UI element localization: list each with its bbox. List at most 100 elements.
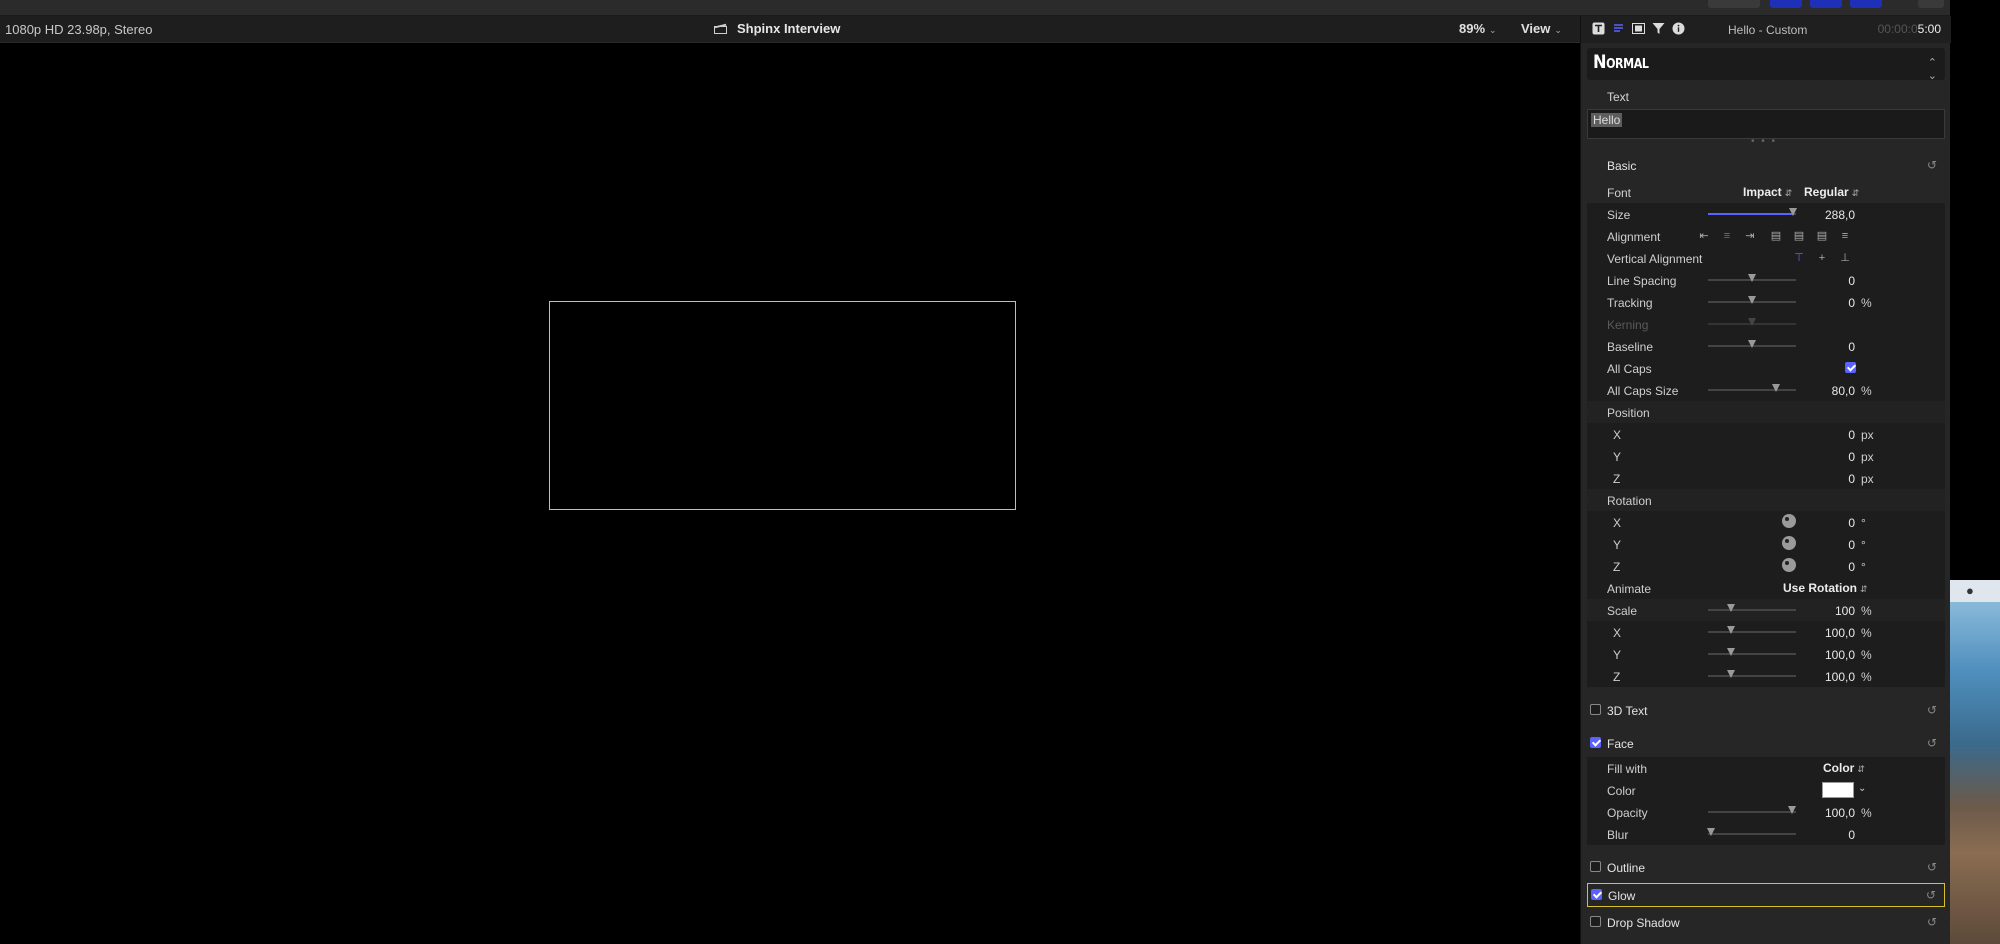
toolbar-button[interactable] (1708, 0, 1760, 8)
text-input-value: Hello (1591, 113, 1623, 127)
position-row[interactable]: Position (1587, 401, 1945, 423)
baseline-slider[interactable] (1708, 340, 1796, 348)
rotation-x-value[interactable]: 0 (1848, 516, 1855, 530)
drop-shadow-title: Drop Shadow (1607, 916, 1680, 930)
drop-shadow-section-header[interactable]: Drop Shadow ↺ (1587, 911, 1945, 935)
reset-icon[interactable]: ↺ (1926, 888, 1936, 902)
reset-icon[interactable]: ↺ (1927, 915, 1937, 929)
slider-knob[interactable] (1748, 340, 1756, 348)
opacity-value[interactable]: 100,0 (1825, 806, 1855, 820)
all-caps-checkbox[interactable] (1845, 362, 1856, 373)
valign-middle-icon[interactable]: + (1815, 251, 1829, 265)
scale-value[interactable]: 100 (1835, 604, 1855, 618)
align-right-icon[interactable]: ⇥ (1743, 229, 1757, 243)
title-inspector-icon[interactable] (1591, 22, 1606, 37)
font-family-popup[interactable]: Impact ⇵ (1743, 185, 1792, 199)
toolbar-button[interactable] (1918, 0, 1944, 8)
rotation-y-value[interactable]: 0 (1848, 538, 1855, 552)
scale-z-value[interactable]: 100,0 (1825, 670, 1855, 684)
zoom-popup[interactable]: 89% ⌄ (1459, 21, 1497, 36)
justify-right-icon[interactable]: ▤ (1815, 229, 1829, 243)
title-preset-popup[interactable]: Normal ⌃ ⌄ (1587, 48, 1945, 82)
slider-knob[interactable] (1789, 208, 1798, 216)
slider-knob[interactable] (1727, 670, 1735, 678)
glow-section-header[interactable]: Glow ↺ (1587, 883, 1945, 907)
valign-top-icon[interactable]: ⊤ (1792, 251, 1806, 265)
slider-knob[interactable] (1788, 806, 1796, 814)
outline-checkbox[interactable] (1590, 861, 1601, 872)
size-slider[interactable] (1708, 208, 1798, 216)
3d-text-checkbox[interactable] (1590, 704, 1601, 715)
face-section-header[interactable]: Face ↺ (1587, 732, 1945, 756)
info-icon[interactable] (1671, 22, 1686, 37)
rotation-z-value[interactable]: 0 (1848, 560, 1855, 574)
justify-full-icon[interactable]: ≡ (1838, 229, 1852, 243)
line-spacing-slider[interactable] (1708, 274, 1796, 282)
basic-section-header[interactable]: Basic ↺ (1587, 154, 1945, 178)
blur-slider[interactable] (1707, 828, 1796, 836)
drop-shadow-checkbox[interactable] (1590, 916, 1601, 927)
all-caps-size-value[interactable]: 80,0 (1832, 384, 1855, 398)
text-input-field[interactable]: Hello (1587, 109, 1945, 139)
rotation-dial-icon[interactable] (1782, 536, 1796, 550)
align-center-icon[interactable]: ≡ (1720, 229, 1734, 243)
updown-icon: ⇵ (1857, 764, 1865, 774)
outline-section-header[interactable]: Outline ↺ (1587, 856, 1945, 880)
toolbar-button-active[interactable] (1810, 0, 1842, 8)
position-x-value[interactable]: 0 (1848, 428, 1855, 442)
scale-y-value[interactable]: 100,0 (1825, 648, 1855, 662)
opacity-slider[interactable] (1708, 806, 1796, 814)
position-y-value[interactable]: 0 (1848, 450, 1855, 464)
baseline-value[interactable]: 0 (1848, 340, 1855, 354)
tracking-value[interactable]: 0 (1848, 296, 1855, 310)
slider-knob[interactable] (1707, 828, 1715, 836)
reset-icon[interactable]: ↺ (1927, 703, 1937, 717)
rotation-dial-icon[interactable] (1782, 514, 1796, 528)
justify-center-icon[interactable]: ▤ (1792, 229, 1806, 243)
3d-text-section-header[interactable]: 3D Text ↺ (1587, 699, 1945, 723)
view-menu[interactable]: View ⌄ (1521, 21, 1562, 36)
font-style-popup[interactable]: Regular ⇵ (1804, 185, 1859, 199)
rotation-dial-icon[interactable] (1782, 558, 1796, 572)
rotation-row[interactable]: Rotation (1587, 489, 1945, 511)
scale-y-slider[interactable] (1708, 648, 1796, 656)
reset-icon[interactable]: ↺ (1927, 860, 1937, 874)
valign-bottom-icon[interactable]: ⊥ (1838, 251, 1852, 265)
toolbar-button-active[interactable] (1770, 0, 1802, 8)
align-left-icon[interactable]: ⇤ (1697, 229, 1711, 243)
fill-with-popup[interactable]: Color ⇵ (1823, 761, 1865, 775)
filter-icon[interactable] (1651, 22, 1666, 37)
scale-x-value[interactable]: 100,0 (1825, 626, 1855, 640)
resize-grip-icon[interactable]: • • • (1751, 136, 1777, 147)
tracking-slider[interactable] (1708, 296, 1796, 304)
apple-logo-icon[interactable]: ● (1966, 583, 1974, 598)
size-value[interactable]: 288,0 (1825, 208, 1855, 222)
blur-value[interactable]: 0 (1848, 828, 1855, 842)
line-spacing-value[interactable]: 0 (1848, 274, 1855, 288)
glow-checkbox[interactable] (1591, 889, 1602, 900)
video-inspector-icon[interactable] (1631, 22, 1646, 37)
slider-knob[interactable] (1727, 648, 1735, 656)
reset-icon[interactable]: ↺ (1927, 736, 1937, 750)
slider-knob[interactable] (1748, 296, 1756, 304)
scale-x-slider[interactable] (1708, 626, 1796, 634)
slider-knob[interactable] (1727, 604, 1735, 612)
scale-z-slider[interactable] (1708, 670, 1796, 678)
animate-popup[interactable]: Use Rotation ⇵ (1783, 581, 1868, 595)
text-inspector-icon[interactable] (1611, 22, 1626, 37)
scale-slider[interactable] (1708, 604, 1796, 612)
chevron-down-icon[interactable]: ⌄ (1858, 783, 1866, 794)
justify-left-icon[interactable]: ▤ (1769, 229, 1783, 243)
toolbar-button-active[interactable] (1850, 0, 1882, 8)
slider-knob[interactable] (1748, 274, 1756, 282)
face-checkbox[interactable] (1590, 737, 1601, 748)
slider-knob[interactable] (1727, 626, 1735, 634)
title-bounding-box[interactable] (549, 301, 1016, 510)
color-swatch[interactable] (1822, 782, 1854, 798)
viewer-canvas[interactable] (0, 44, 1580, 944)
reset-icon[interactable]: ↺ (1927, 158, 1937, 172)
slider-knob[interactable] (1772, 384, 1780, 392)
position-z-value[interactable]: 0 (1848, 472, 1855, 486)
all-caps-size-slider[interactable] (1708, 384, 1796, 392)
rotation-z-unit: ° (1861, 560, 1866, 574)
